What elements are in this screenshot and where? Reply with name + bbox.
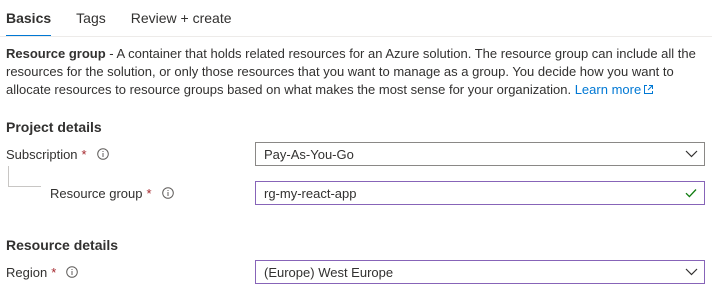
info-icon[interactable] — [161, 187, 174, 199]
project-details-title: Project details — [6, 119, 102, 135]
learn-more-link[interactable]: Learn more — [575, 82, 654, 97]
tab-review-create[interactable]: Review + create — [131, 8, 232, 38]
subscription-value: Pay-As-You-Go — [264, 146, 354, 162]
required-asterisk: * — [51, 264, 57, 280]
resource-group-dropdown[interactable]: rg-my-react-app — [255, 181, 705, 205]
tab-divider — [0, 36, 712, 37]
region-value: (Europe) West Europe — [264, 264, 394, 280]
subscription-dropdown[interactable]: Pay-As-You-Go — [255, 142, 705, 166]
region-label: Region * — [6, 262, 79, 282]
tab-bar: Basics Tags Review + create — [6, 8, 257, 38]
intro-term: Resource group — [6, 46, 106, 61]
region-dropdown[interactable]: (Europe) West Europe — [255, 260, 705, 284]
subscription-label-text: Subscription — [6, 146, 78, 162]
external-link-icon — [644, 85, 654, 94]
chevron-down-icon — [678, 143, 704, 165]
resource-group-label: Resource group * — [50, 183, 174, 203]
resource-group-description: Resource group - A container that holds … — [6, 45, 708, 99]
resource-group-value: rg-my-react-app — [264, 185, 357, 201]
checkmark-icon — [678, 182, 704, 204]
resource-details-title: Resource details — [6, 237, 119, 253]
learn-more-label: Learn more — [574, 82, 642, 97]
subscription-label: Subscription * — [6, 144, 109, 164]
resource-group-label-text: Resource group — [50, 185, 143, 201]
info-icon[interactable] — [96, 148, 109, 160]
required-asterisk: * — [81, 146, 87, 162]
region-label-text: Region — [6, 264, 48, 280]
required-asterisk: * — [146, 185, 152, 201]
tab-basics[interactable]: Basics — [6, 8, 52, 38]
chevron-down-icon — [678, 261, 704, 283]
info-icon[interactable] — [66, 266, 79, 278]
tree-connector — [8, 166, 41, 187]
tab-tags[interactable]: Tags — [76, 8, 106, 38]
